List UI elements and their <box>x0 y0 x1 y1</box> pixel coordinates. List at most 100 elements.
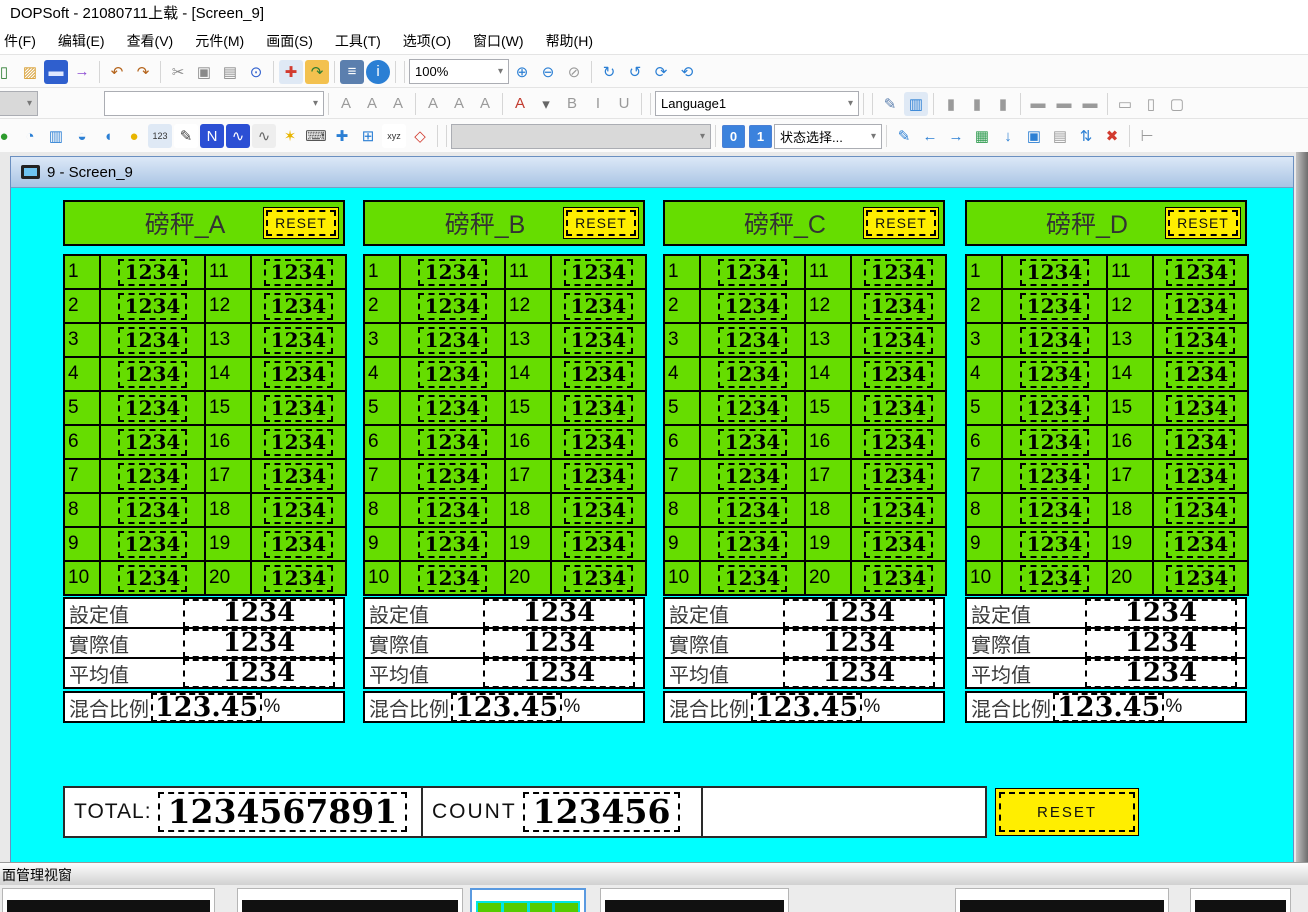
screen-thumbnail-current[interactable] <box>470 888 586 912</box>
pc-transfer-icon[interactable]: ⇅ <box>1074 124 1098 148</box>
numeric-display[interactable]: 1234 <box>418 259 488 286</box>
numeric-display[interactable]: 1234 <box>1020 429 1090 456</box>
state-mode-icon[interactable]: ▥ <box>904 92 928 116</box>
numeric-display[interactable]: 1234 <box>118 463 188 490</box>
language-select[interactable]: Language1▾ <box>655 91 859 116</box>
numeric-display[interactable]: 1234 <box>1020 259 1090 286</box>
numeric-display[interactable]: 1234 <box>783 599 935 628</box>
numeric-display[interactable]: 1234 <box>718 531 788 558</box>
panel-reset-button[interactable]: RESET <box>263 207 339 239</box>
numeric-display[interactable]: 1234 <box>864 361 934 388</box>
numeric-display[interactable]: 1234 <box>418 565 488 592</box>
copy-icon[interactable]: ▣ <box>192 60 216 84</box>
menu-s-item[interactable]: 画面(S) <box>255 31 324 51</box>
simulator-icon[interactable]: ▦ <box>970 124 994 148</box>
numeric-display[interactable]: 1234 <box>564 531 634 558</box>
same-width-icon[interactable]: ▭ <box>1113 92 1137 116</box>
rotate-90-cw-icon[interactable]: ⟳ <box>649 60 673 84</box>
send-icon[interactable]: → <box>70 60 94 84</box>
add-screen-icon[interactable]: ✚ <box>279 60 303 84</box>
numeric-display[interactable]: 1234 <box>264 429 334 456</box>
text-middle-icon[interactable]: A <box>447 92 471 116</box>
menu-w-item[interactable]: 窗口(W) <box>462 31 535 51</box>
find-icon[interactable]: ⊙ <box>244 60 268 84</box>
numeric-display[interactable]: 1234 <box>1020 293 1090 320</box>
next-screen-icon[interactable]: → <box>944 124 968 148</box>
numeric-display[interactable]: 123.45 <box>451 693 562 722</box>
zoom-select[interactable]: 100%▾ <box>409 59 509 84</box>
align-bottom-icon[interactable]: ▬ <box>1078 92 1102 116</box>
numeric-display[interactable]: 1234 <box>264 497 334 524</box>
numeric-display[interactable]: 1234 <box>183 629 335 658</box>
numeric-display[interactable]: 1234 <box>718 259 788 286</box>
numeric-display[interactable]: 1234 <box>264 565 334 592</box>
state-select[interactable]: 状态选择...▾ <box>774 124 882 149</box>
design-canvas[interactable]: 磅秤_A RESET 11234111234212341212343123413… <box>11 188 1293 862</box>
paste-screen-icon[interactable]: ▤ <box>1048 124 1072 148</box>
align-top-icon[interactable]: ▬ <box>1026 92 1050 116</box>
bold-icon[interactable]: B <box>560 92 584 116</box>
delete-screen-icon[interactable]: ✖ <box>1100 124 1124 148</box>
numeric-display[interactable]: 1234 <box>118 259 188 286</box>
open-icon[interactable]: ▨ <box>18 60 42 84</box>
numeric-display[interactable]: 1234 <box>418 429 488 456</box>
pilot-lamp-icon[interactable]: ● <box>0 124 16 148</box>
panel-reset-button[interactable]: RESET <box>863 207 939 239</box>
same-size-icon[interactable]: ▢ <box>1165 92 1189 116</box>
numeric-display[interactable]: 1234 <box>1166 293 1236 320</box>
numeric-display[interactable]: 1234 <box>118 361 188 388</box>
numeric-display[interactable]: 123.45 <box>1053 693 1164 722</box>
rotate-ccw-icon[interactable]: ↺ <box>623 60 647 84</box>
font-name-select[interactable]: ▾ <box>104 91 324 116</box>
numeric-display[interactable]: 1234 <box>1166 463 1236 490</box>
state-0-button[interactable]: 0 <box>722 125 745 148</box>
numeric-display[interactable]: 1234 <box>418 293 488 320</box>
trend-graph-icon[interactable]: ∿ <box>226 124 250 148</box>
numeric-display[interactable]: 1234 <box>864 327 934 354</box>
numeric-display[interactable]: 1234 <box>118 497 188 524</box>
align-right-icon[interactable]: ▮ <box>991 92 1015 116</box>
panel-reset-button[interactable]: RESET <box>563 207 639 239</box>
numeric-display[interactable]: 1234 <box>718 497 788 524</box>
numeric-display[interactable]: 1234 <box>864 395 934 422</box>
undo-icon[interactable]: ↶ <box>105 60 129 84</box>
numeric-display[interactable]: 1234 <box>1166 395 1236 422</box>
numeric-display[interactable]: 1234 <box>564 463 634 490</box>
keypad-icon[interactable]: ⌨ <box>304 124 328 148</box>
memo-icon[interactable]: ✎ <box>174 124 198 148</box>
numeric-display[interactable]: 1234 <box>1020 497 1090 524</box>
screen-select[interactable]: ▾ <box>451 124 711 149</box>
numeric-display[interactable]: 1234 <box>1166 531 1236 558</box>
numeric-display[interactable]: 1234 <box>118 327 188 354</box>
italic-icon[interactable]: I <box>586 92 610 116</box>
count-display[interactable]: 123456 <box>523 792 681 832</box>
numeric-display[interactable]: 1234 <box>864 463 934 490</box>
text-right-icon[interactable]: A <box>386 92 410 116</box>
screen-thumbnail[interactable] <box>955 888 1169 912</box>
numeric-display[interactable]: 1234 <box>1166 327 1236 354</box>
new-icon[interactable]: ▯ <box>0 60 16 84</box>
numeric-display[interactable]: 1234 <box>564 429 634 456</box>
copy-screen-icon[interactable]: ▣ <box>1022 124 1046 148</box>
screen-thumbnail[interactable] <box>2 888 215 912</box>
numeric-display[interactable]: 1234 <box>1166 429 1236 456</box>
numeric-display[interactable]: 1234 <box>418 327 488 354</box>
color-dropdown-icon[interactable]: ▾ <box>534 92 558 116</box>
numeric-display[interactable]: 1234 <box>1085 599 1237 628</box>
bar-graph-icon[interactable]: ▥ <box>44 124 68 148</box>
menu-h-item[interactable]: 帮助(H) <box>535 31 604 51</box>
prev-screen-icon[interactable]: ← <box>918 124 942 148</box>
numeric-display[interactable]: 1234 <box>864 429 934 456</box>
numeric-display[interactable]: 1234 <box>418 497 488 524</box>
numeric-display[interactable]: 1234 <box>418 361 488 388</box>
numeric-display[interactable]: 1234 <box>564 293 634 320</box>
cross-hair-icon[interactable]: ✚ <box>330 124 354 148</box>
menu-f-item[interactable]: 件(F) <box>0 31 47 51</box>
menu-o-item[interactable]: 选项(O) <box>392 31 462 51</box>
numeric-display[interactable]: 1234 <box>1020 361 1090 388</box>
numeric-display[interactable]: 1234 <box>783 659 935 688</box>
tank-icon[interactable]: ◒ <box>70 124 94 148</box>
flow-symbol-icon[interactable]: ◇ <box>408 124 432 148</box>
screen-thumbnail[interactable] <box>237 888 463 912</box>
menu-t-item[interactable]: 工具(T) <box>324 31 392 51</box>
